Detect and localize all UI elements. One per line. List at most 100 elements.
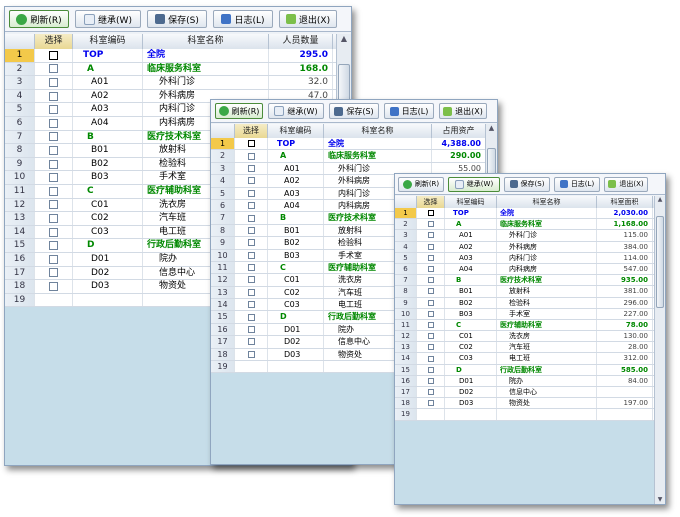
header-select[interactable]: 选择 bbox=[417, 196, 445, 208]
row-checkbox[interactable] bbox=[49, 213, 58, 223]
refresh-button[interactable]: 刷新(R) bbox=[398, 176, 444, 192]
row-checkbox[interactable] bbox=[427, 389, 434, 396]
table-row[interactable]: 2 A 临床服务科室 168.0 bbox=[5, 62, 337, 77]
table-row[interactable]: 1 TOP 全院 4,388.00 bbox=[211, 138, 486, 151]
header-rownum[interactable] bbox=[395, 196, 417, 208]
row-checkbox[interactable] bbox=[49, 105, 58, 115]
row-checkbox[interactable] bbox=[427, 277, 434, 284]
table-row[interactable]: 8 B01 放射科 381.00 bbox=[395, 286, 655, 298]
header-select[interactable]: 选择 bbox=[235, 124, 268, 138]
inherit-button[interactable]: 继承(W) bbox=[268, 103, 324, 119]
row-checkbox[interactable] bbox=[427, 321, 434, 328]
row-checkbox[interactable] bbox=[49, 50, 58, 60]
header-value[interactable]: 占用资产 bbox=[432, 124, 486, 138]
row-checkbox[interactable] bbox=[49, 91, 58, 101]
row-checkbox[interactable] bbox=[427, 299, 434, 306]
save-button[interactable]: 保存(S) bbox=[329, 103, 379, 119]
table-row[interactable]: 1 TOP 全院 2,030.00 bbox=[395, 208, 655, 220]
table-row[interactable]: 16 D01 院办 84.00 bbox=[395, 375, 655, 387]
log-button[interactable]: 日志(L) bbox=[384, 103, 434, 119]
row-checkbox[interactable] bbox=[49, 173, 58, 183]
log-button[interactable]: 日志(L) bbox=[213, 10, 273, 28]
scroll-up-arrow-icon[interactable]: ▲ bbox=[337, 35, 351, 43]
row-checkbox[interactable] bbox=[247, 177, 255, 185]
refresh-button[interactable]: 刷新(R) bbox=[215, 103, 263, 119]
row-checkbox[interactable] bbox=[247, 202, 255, 210]
vertical-scrollbar[interactable]: ▲▼ bbox=[654, 196, 665, 504]
inherit-button[interactable]: 继承(W) bbox=[75, 10, 141, 28]
row-checkbox[interactable] bbox=[49, 186, 58, 196]
exit-button[interactable]: 退出(X) bbox=[604, 176, 648, 192]
row-checkbox[interactable] bbox=[427, 333, 434, 340]
row-checkbox[interactable] bbox=[247, 189, 255, 197]
row-checkbox[interactable] bbox=[247, 140, 255, 148]
header-code[interactable]: 科室编码 bbox=[445, 196, 497, 208]
row-checkbox[interactable] bbox=[247, 251, 255, 259]
exit-button[interactable]: 退出(X) bbox=[439, 103, 487, 119]
table-row[interactable]: 3 A01 外科门诊 32.0 bbox=[5, 76, 337, 90]
table-row[interactable]: 19 bbox=[395, 409, 655, 421]
row-checkbox[interactable] bbox=[247, 264, 255, 272]
row-checkbox[interactable] bbox=[427, 310, 434, 317]
row-checkbox[interactable] bbox=[247, 276, 255, 284]
row-checkbox[interactable] bbox=[427, 344, 434, 351]
row-checkbox[interactable] bbox=[49, 118, 58, 128]
row-checkbox[interactable] bbox=[49, 241, 58, 251]
row-checkbox[interactable] bbox=[49, 159, 58, 169]
row-checkbox[interactable] bbox=[247, 288, 255, 296]
table-row[interactable]: 17 D02 信息中心 bbox=[395, 387, 655, 399]
table-row[interactable]: 15 D 行政后勤科室 585.00 bbox=[395, 364, 655, 376]
row-checkbox[interactable] bbox=[247, 226, 255, 234]
row-checkbox[interactable] bbox=[49, 64, 58, 74]
row-checkbox[interactable] bbox=[427, 400, 434, 407]
row-checkbox[interactable] bbox=[427, 377, 434, 384]
row-checkbox[interactable] bbox=[427, 288, 434, 295]
row-checkbox[interactable] bbox=[427, 366, 434, 373]
refresh-button[interactable]: 刷新(R) bbox=[9, 10, 69, 28]
log-button[interactable]: 日志(L) bbox=[554, 176, 600, 192]
table-row[interactable]: 3 A01 外科门诊 115.00 bbox=[395, 230, 655, 242]
table-row[interactable]: 1 TOP 全院 295.0 bbox=[5, 49, 337, 63]
inherit-button[interactable]: 继承(W) bbox=[448, 176, 500, 192]
row-checkbox[interactable] bbox=[49, 281, 58, 291]
table-row[interactable]: 6 A04 内科病房 547.00 bbox=[395, 263, 655, 276]
row-checkbox[interactable] bbox=[49, 254, 58, 264]
row-checkbox[interactable] bbox=[247, 338, 255, 346]
table-row[interactable]: 14 C03 电工班 312.00 bbox=[395, 353, 655, 365]
row-checkbox[interactable] bbox=[247, 152, 255, 160]
row-checkbox[interactable] bbox=[247, 326, 255, 334]
row-checkbox[interactable] bbox=[247, 301, 255, 309]
row-checkbox[interactable] bbox=[427, 254, 434, 261]
row-checkbox[interactable] bbox=[49, 145, 58, 155]
table-row[interactable]: 10 B03 手术室 227.00 bbox=[395, 308, 655, 320]
scroll-down-arrow-icon[interactable]: ▼ bbox=[655, 497, 665, 503]
row-checkbox[interactable] bbox=[247, 313, 255, 321]
row-checkbox[interactable] bbox=[427, 243, 434, 250]
scroll-up-arrow-icon[interactable]: ▲ bbox=[486, 125, 497, 132]
header-code[interactable]: 科室编码 bbox=[73, 34, 143, 49]
header-name[interactable]: 科室名称 bbox=[143, 34, 269, 49]
table-row[interactable]: 2 A 临床服务科室 290.00 bbox=[211, 150, 486, 163]
exit-button[interactable]: 退出(X) bbox=[279, 10, 337, 28]
row-checkbox[interactable] bbox=[427, 232, 434, 239]
table-row[interactable]: 4 A02 外科病房 384.00 bbox=[395, 241, 655, 253]
table-row[interactable]: 11 C 医疗辅助科室 78.00 bbox=[395, 319, 655, 332]
table-row[interactable]: 2 A 临床服务科室 1,168.00 bbox=[395, 219, 655, 231]
table-row[interactable]: 9 B02 检验科 296.00 bbox=[395, 297, 655, 309]
header-value[interactable]: 人员数量 bbox=[269, 34, 333, 49]
row-checkbox[interactable] bbox=[247, 164, 255, 172]
header-select[interactable]: 选择 bbox=[35, 34, 73, 49]
row-checkbox[interactable] bbox=[49, 132, 58, 142]
header-name[interactable]: 科室名称 bbox=[497, 196, 597, 208]
row-checkbox[interactable] bbox=[427, 355, 434, 362]
row-checkbox[interactable] bbox=[49, 227, 58, 237]
table-row[interactable]: 13 C02 汽车班 28.00 bbox=[395, 342, 655, 354]
save-button[interactable]: 保存(S) bbox=[147, 10, 207, 28]
row-checkbox[interactable] bbox=[49, 77, 58, 87]
header-name[interactable]: 科室名称 bbox=[324, 124, 432, 138]
row-checkbox[interactable] bbox=[427, 221, 434, 228]
row-checkbox[interactable] bbox=[427, 266, 434, 273]
table-row[interactable]: 12 C01 洗衣房 130.00 bbox=[395, 331, 655, 343]
scrollbar-thumb[interactable] bbox=[656, 216, 664, 308]
table-row[interactable]: 5 A03 内科门诊 114.00 bbox=[395, 252, 655, 264]
